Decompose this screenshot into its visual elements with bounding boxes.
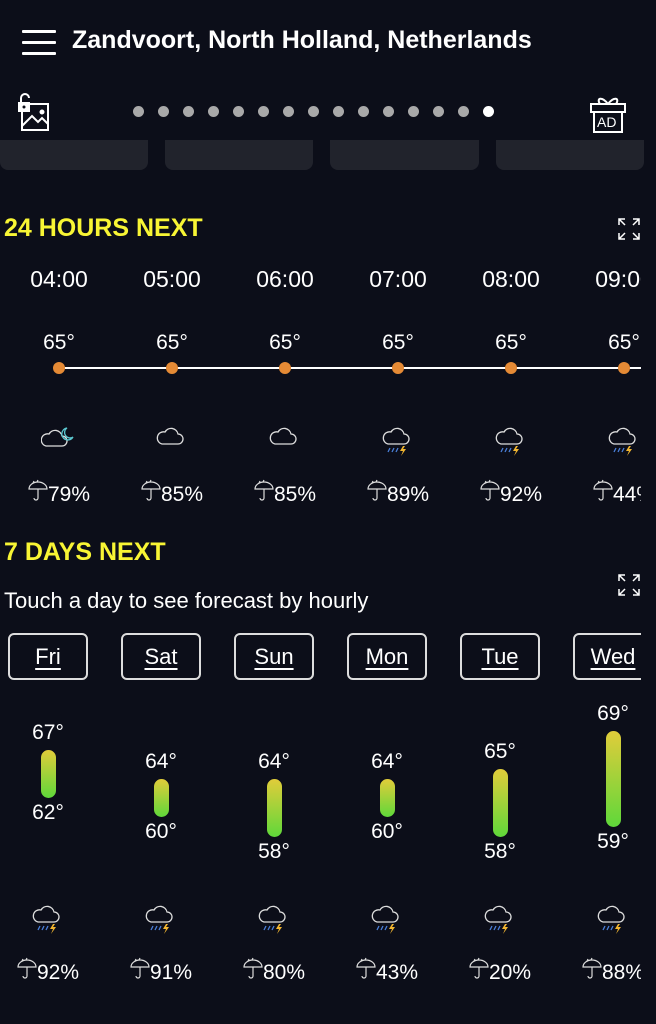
thunderstorm-icon — [380, 422, 416, 463]
day-rain-chance: 80% — [224, 957, 324, 985]
day-high: 64° — [371, 750, 403, 773]
rain-value: 89% — [386, 483, 430, 506]
rain-value: 85% — [273, 483, 317, 506]
day-button-wed[interactable]: Wed — [573, 633, 641, 680]
hour-temp: 65° — [382, 331, 414, 354]
temp-range-bar — [493, 769, 508, 837]
cloud-icon — [154, 422, 190, 463]
thunderstorm-icon — [143, 900, 179, 941]
hour-rain-chance: 44% — [574, 479, 641, 507]
day-low: 62° — [32, 801, 64, 825]
day-low: 58° — [258, 839, 290, 863]
day-rain-chance: 92% — [0, 957, 98, 985]
day-button-tue[interactable]: Tue — [460, 633, 540, 680]
hour-rain-chance: 85% — [122, 479, 222, 507]
umbrella-icon — [254, 479, 274, 506]
umbrella-icon — [480, 479, 500, 506]
day-rain-chance: 91% — [111, 957, 211, 985]
day-button-fri[interactable]: Fri — [8, 633, 88, 680]
umbrella-icon — [141, 479, 161, 506]
temp-range-bar — [41, 750, 56, 799]
temp-range-bar — [380, 779, 395, 818]
thunderstorm-icon — [30, 900, 66, 941]
hour-temp: 65° — [269, 331, 301, 354]
rain-value: 91% — [149, 961, 193, 984]
hour-time: 07:00 — [369, 266, 427, 292]
day-rain-chance: 88% — [563, 957, 641, 985]
umbrella-icon — [367, 479, 387, 506]
day-button-sat[interactable]: Sat — [121, 633, 201, 680]
temp-point — [53, 362, 65, 374]
hour-temp: 65° — [608, 331, 640, 354]
temp-range-bar — [267, 779, 282, 837]
day-low: 60° — [371, 820, 403, 844]
day-high: 64° — [258, 750, 290, 773]
umbrella-icon — [469, 957, 489, 984]
cloud-icon — [267, 422, 303, 463]
temp-point — [279, 362, 291, 374]
hour-time: 04:00 — [30, 266, 88, 292]
rain-value: 88% — [601, 961, 641, 984]
day-low: 59° — [597, 830, 629, 853]
hour-rain-chance: 79% — [9, 479, 109, 507]
hour-rain-chance: 92% — [461, 479, 561, 507]
day-low: 58° — [484, 839, 516, 863]
day-low: 60° — [145, 820, 177, 844]
hour-time: 09:00 — [595, 266, 641, 292]
day-button-sun[interactable]: Sun — [234, 633, 314, 680]
umbrella-icon — [582, 957, 602, 984]
hour-temp: 65° — [156, 331, 188, 354]
thunderstorm-icon — [482, 900, 518, 941]
rain-value: 92% — [36, 961, 80, 984]
umbrella-icon — [356, 957, 376, 984]
rain-value: 20% — [488, 961, 532, 984]
cloud-moon-icon — [40, 422, 77, 463]
umbrella-icon — [28, 479, 48, 506]
temp-point — [618, 362, 630, 374]
temp-range-bar — [154, 779, 169, 818]
umbrella-icon — [243, 957, 263, 984]
day-button-mon[interactable]: Mon — [347, 633, 427, 680]
temp-point — [392, 362, 404, 374]
hour-temp: 65° — [43, 331, 75, 354]
thunderstorm-icon — [256, 900, 292, 941]
hour-time: 05:00 — [143, 266, 201, 292]
temp-point — [166, 362, 178, 374]
temp-range-bar — [606, 731, 621, 827]
hour-time: 06:00 — [256, 266, 314, 292]
temperature-line — [59, 367, 641, 369]
rain-value: 79% — [47, 483, 91, 506]
hour-rain-chance: 89% — [348, 479, 448, 507]
hour-time: 08:00 — [482, 266, 540, 292]
day-rain-chance: 43% — [337, 957, 437, 985]
rain-value: 80% — [262, 961, 306, 984]
thunderstorm-icon — [606, 422, 641, 463]
thunderstorm-icon — [493, 422, 529, 463]
hour-rain-chance: 85% — [235, 479, 335, 507]
umbrella-icon — [593, 479, 613, 506]
hour-temp: 65° — [495, 331, 527, 354]
rain-value: 44% — [612, 483, 641, 506]
rain-value: 85% — [160, 483, 204, 506]
day-high: 69° — [597, 702, 629, 725]
day-high: 67° — [32, 721, 64, 745]
day-high: 64° — [145, 750, 177, 773]
rain-value: 43% — [375, 961, 419, 984]
thunderstorm-icon — [595, 900, 631, 941]
day-rain-chance: 20% — [450, 957, 550, 985]
umbrella-icon — [17, 957, 37, 984]
thunderstorm-icon — [369, 900, 405, 941]
temp-point — [505, 362, 517, 374]
rain-value: 92% — [499, 483, 543, 506]
day-high: 65° — [484, 740, 516, 764]
umbrella-icon — [130, 957, 150, 984]
